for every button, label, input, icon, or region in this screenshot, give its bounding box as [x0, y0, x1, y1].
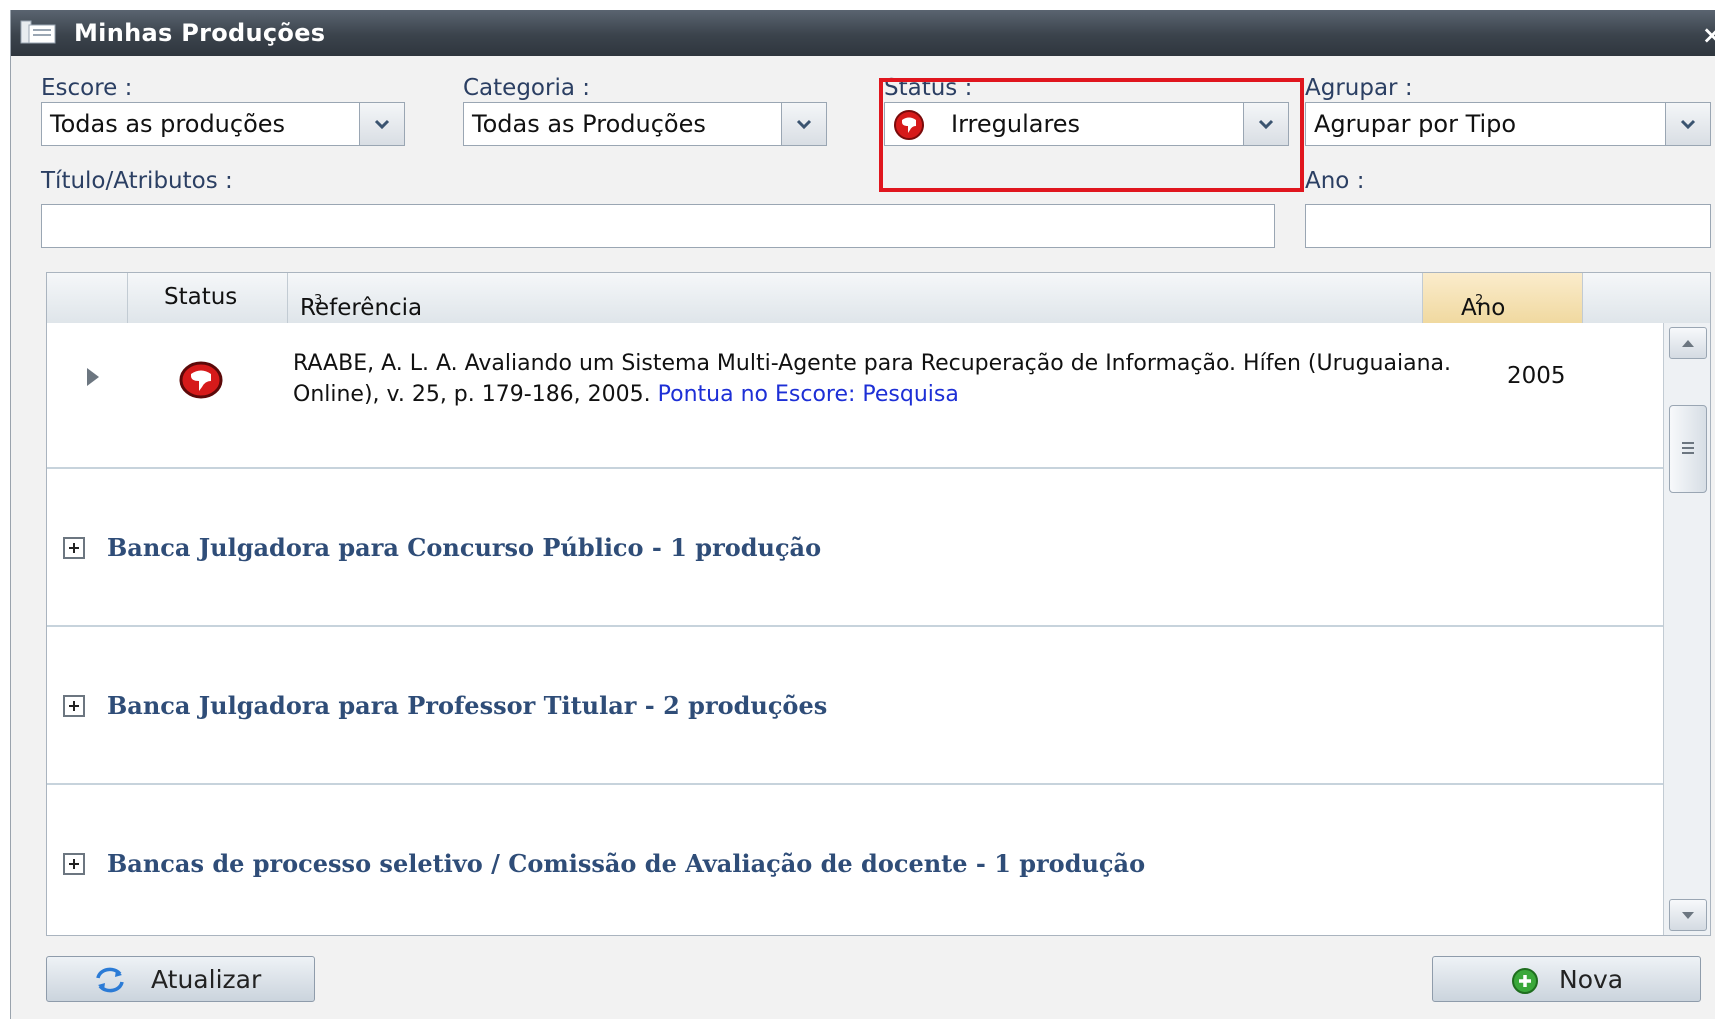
productions-grid: Status Referência 3 Ano 2 RAABE, A. L. A… [46, 272, 1711, 936]
new-button-label: Nova [1559, 965, 1624, 994]
group-row[interactable]: Banca Julgadora para Professor Titular -… [47, 625, 1663, 785]
table-row[interactable]: RAABE, A. L. A. Avaliando um Sistema Mul… [47, 323, 1663, 455]
group-label: Banca Julgadora para Professor Titular -… [107, 691, 828, 720]
column-expander [47, 273, 128, 323]
column-ano[interactable]: Ano 2 [1423, 273, 1583, 323]
escore-value: Todas as produções [50, 110, 286, 138]
column-status[interactable]: Status [128, 273, 288, 323]
sort-index-referencia: 3 [314, 293, 323, 308]
group-row[interactable]: Bancas de processo seletivo / Comissão d… [47, 783, 1663, 935]
expand-plus-icon[interactable] [63, 537, 85, 559]
titulo-label: Título/Atributos : [41, 168, 233, 194]
scroll-down-button[interactable] [1669, 899, 1707, 931]
agrupar-label: Agrupar : [1305, 75, 1413, 101]
group-label: Banca Julgadora para Concurso Público - … [107, 533, 822, 562]
title-bar: Minhas Produções × [11, 10, 1715, 56]
escore-dropdown-arrow[interactable] [359, 103, 404, 145]
chevron-down-icon [796, 119, 812, 130]
group-label: Bancas de processo seletivo / Comissão d… [107, 849, 1146, 878]
ano-input[interactable] [1305, 204, 1711, 248]
vertical-scrollbar[interactable] [1663, 323, 1710, 935]
titulo-input[interactable] [41, 204, 1275, 248]
grip-icon [1682, 442, 1694, 454]
categoria-value: Todas as Produções [472, 110, 706, 138]
refresh-button[interactable]: Atualizar [46, 956, 315, 1002]
column-ano-label: Ano [1461, 295, 1506, 321]
new-button[interactable]: Nova [1432, 956, 1701, 1002]
expand-row-icon[interactable] [85, 367, 101, 387]
expand-plus-icon[interactable] [63, 695, 85, 717]
close-icon[interactable]: × [1702, 21, 1715, 49]
agrupar-select[interactable]: Agrupar por Tipo [1305, 102, 1711, 146]
arrow-down-icon [1682, 912, 1694, 919]
chevron-down-icon [1680, 119, 1696, 130]
column-spacer [1583, 273, 1710, 323]
refresh-button-label: Atualizar [151, 965, 262, 994]
expand-plus-icon[interactable] [63, 853, 85, 875]
scroll-thumb[interactable] [1669, 405, 1707, 493]
irregular-status-icon [179, 361, 223, 399]
escore-label: Escore : [41, 75, 133, 101]
row-year: 2005 [1507, 363, 1566, 389]
grid-header: Status Referência 3 Ano 2 [47, 273, 1710, 324]
sort-index-ano: 2 [1475, 293, 1484, 308]
arrow-up-icon [1682, 340, 1694, 347]
agrupar-dropdown-arrow[interactable] [1665, 103, 1710, 145]
status-highlight-box [879, 78, 1304, 192]
scroll-up-button[interactable] [1669, 327, 1707, 359]
minhas-producoes-window: Minhas Produções × Escore : Todas as pro… [10, 10, 1715, 1019]
score-link[interactable]: Pontua no Escore: Pesquisa [658, 382, 959, 407]
reference-text: RAABE, A. L. A. Avaliando um Sistema Mul… [293, 348, 1533, 410]
chevron-down-icon [374, 119, 390, 130]
refresh-icon [96, 967, 124, 993]
column-status-label: Status [164, 284, 238, 310]
escore-select[interactable]: Todas as produções [41, 102, 405, 146]
add-icon [1512, 968, 1538, 994]
categoria-label: Categoria : [463, 75, 590, 101]
window-app-icon [20, 20, 56, 44]
ano-label: Ano : [1305, 168, 1365, 194]
group-row[interactable]: Banca Julgadora para Concurso Público - … [47, 467, 1663, 627]
column-referencia[interactable]: Referência 3 [288, 273, 1423, 323]
window-title: Minhas Produções [74, 19, 326, 47]
categoria-dropdown-arrow[interactable] [781, 103, 826, 145]
categoria-select[interactable]: Todas as Produções [463, 102, 827, 146]
agrupar-value: Agrupar por Tipo [1314, 110, 1517, 138]
